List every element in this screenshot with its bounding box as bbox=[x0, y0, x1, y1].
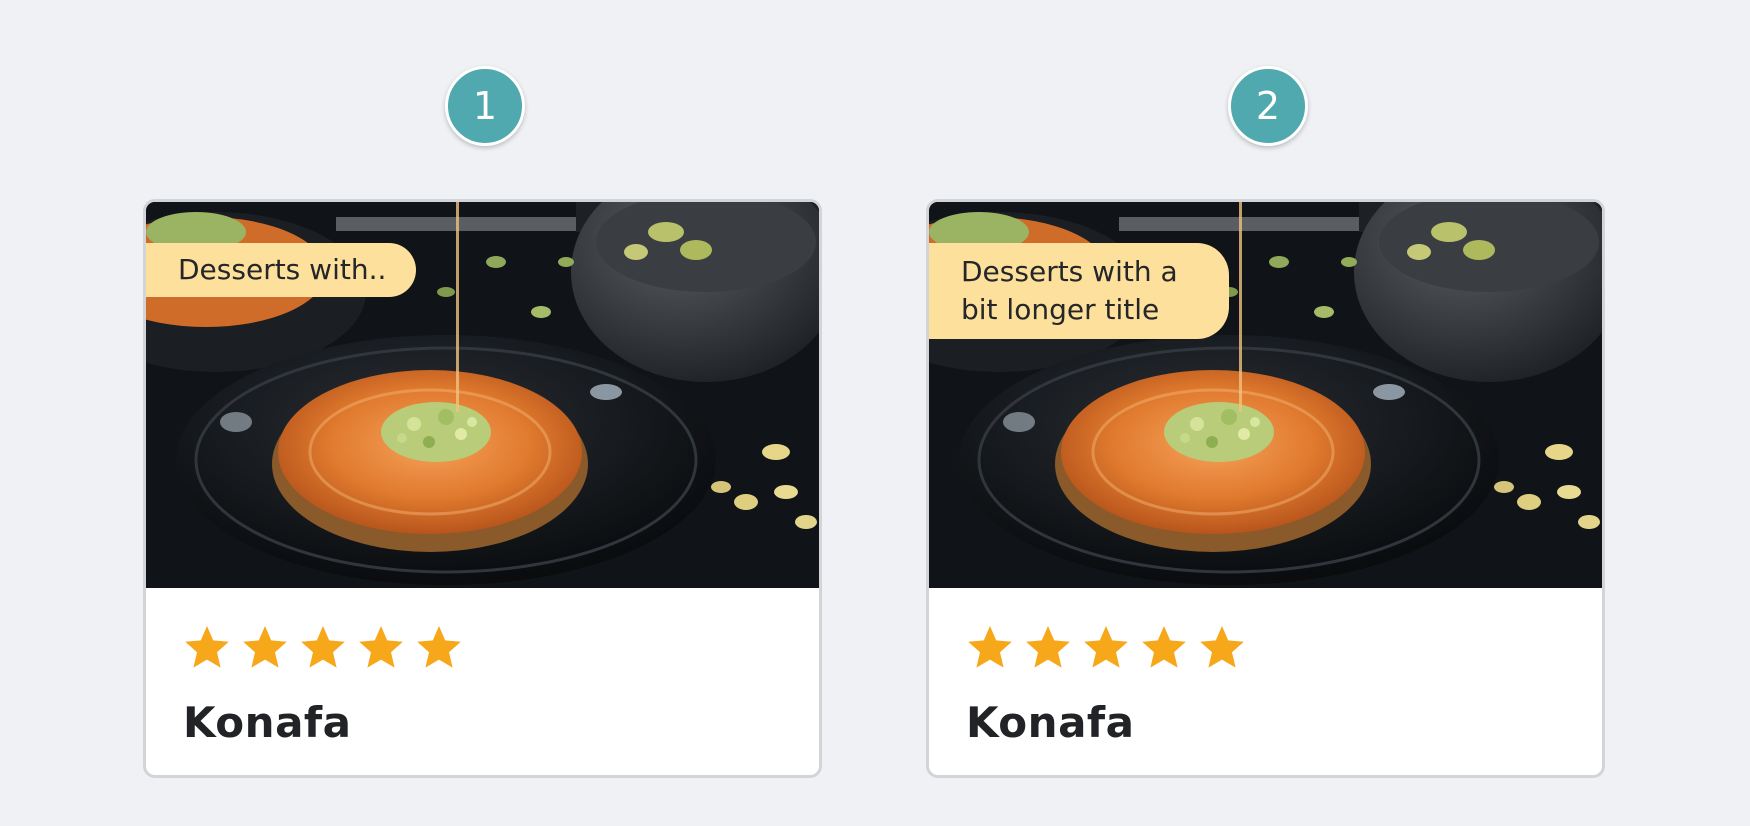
category-tag[interactable]: Desserts with a bit longer title bbox=[929, 243, 1229, 339]
recipe-card-1[interactable]: Desserts with.. Konafa bbox=[143, 199, 822, 778]
konafa-photo: Desserts with a bit longer title bbox=[929, 202, 1602, 588]
star-icon bbox=[1198, 624, 1246, 672]
star-icon bbox=[299, 624, 347, 672]
recipe-title[interactable]: Konafa bbox=[966, 698, 1135, 747]
recipe-card-2[interactable]: Desserts with a bit longer title Konafa bbox=[926, 199, 1605, 778]
konafa-photo: Desserts with.. bbox=[146, 202, 819, 588]
star-icon bbox=[241, 624, 289, 672]
rating-stars bbox=[183, 624, 463, 672]
step-badge-1: 1 bbox=[445, 66, 525, 146]
star-icon bbox=[183, 624, 231, 672]
rating-stars bbox=[966, 624, 1246, 672]
recipe-title[interactable]: Konafa bbox=[183, 698, 352, 747]
star-icon bbox=[966, 624, 1014, 672]
step-badge-2: 2 bbox=[1228, 66, 1308, 146]
star-icon bbox=[1082, 624, 1130, 672]
comparison-stage: 1 2 Desserts with.. Konafa Desserts with… bbox=[0, 0, 1750, 826]
category-tag[interactable]: Desserts with.. bbox=[146, 243, 417, 297]
star-icon bbox=[1140, 624, 1188, 672]
star-icon bbox=[357, 624, 405, 672]
star-icon bbox=[415, 624, 463, 672]
star-icon bbox=[1024, 624, 1072, 672]
